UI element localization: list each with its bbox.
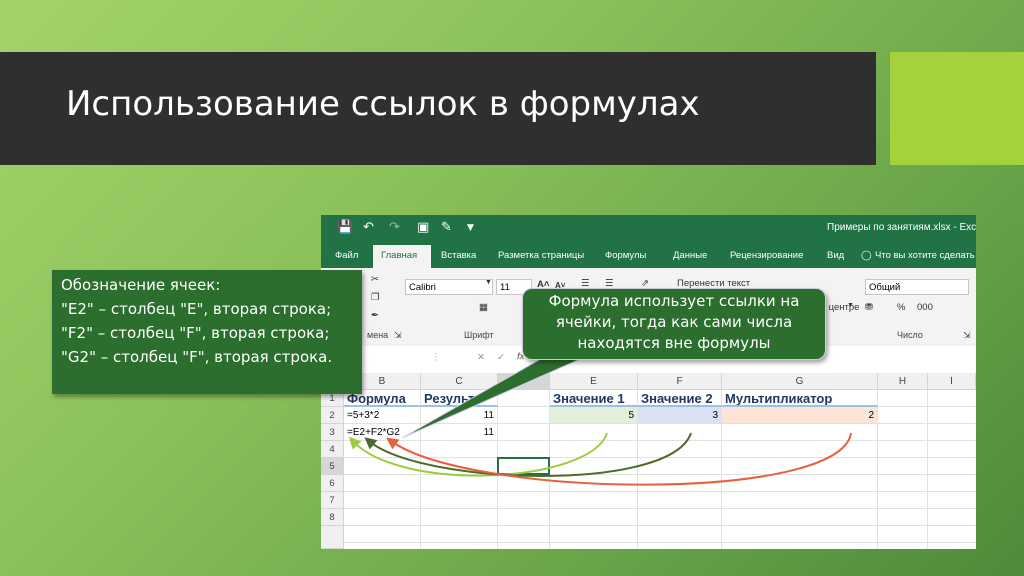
borders-icon[interactable]: ▦ [479,302,488,313]
merge-dropdown-icon[interactable]: ▼ [847,302,854,309]
slide-title: Использование ссылок в формулах [66,84,700,124]
accent-square [890,52,1024,165]
tab-insert[interactable]: Вставка [441,250,476,261]
quick-access-toolbar: 💾 ↶ ↷ ▣ ✎ ▼ Примеры по занятиям.xlsx - E… [321,215,976,242]
ribbon-tabs: Файл Главная Вставка Разметка страницы Ф… [321,242,976,268]
customize-qat-icon[interactable]: ▼ [467,223,474,233]
format-painter-icon[interactable]: ✒ [371,310,379,321]
tab-view[interactable]: Вид [827,250,844,261]
group-font-label: Шрифт [464,330,494,340]
formula-explanation-callout: Формула использует ссылки на ячейки, тог… [522,288,826,360]
font-name-dropdown-icon[interactable]: ▼ [485,279,492,286]
custom-icon[interactable]: ✎ [441,220,452,235]
number-format-select[interactable]: Общий [865,279,969,295]
tab-data[interactable]: Данные [673,250,707,261]
callout-right-line-2: ячейки, тогда как сами числа [555,313,793,331]
tab-formulas[interactable]: Формулы [605,250,646,261]
arrow-g2-to-b3 [386,432,852,486]
print-preview-icon[interactable]: ▣ [417,220,429,235]
callout-line-1: Обозначение ячеек: [61,276,221,294]
cut-icon[interactable]: ✂ [371,274,379,285]
callout-line-4: "G2" – столбец "F", вторая строка. [61,348,333,366]
group-number-label: Число [897,330,923,340]
copy-icon[interactable]: ❐ [371,292,380,303]
callout-right-line-3: находятся вне формулы [577,334,771,352]
redo-icon[interactable]: ↷ [389,220,400,235]
percent-button[interactable]: % [897,302,905,313]
currency-icon[interactable]: ⛃ [865,302,873,313]
cell-notation-callout: Обозначение ячеек: "E2" – столбец "E", в… [52,270,362,394]
callout-right-line-1: Формула использует ссылки на [548,292,800,310]
thousands-button[interactable]: 000 [917,302,933,313]
font-name-select[interactable]: Calibri [405,279,493,295]
tell-me-box[interactable]: Что вы хотите сделать [875,250,975,261]
callout-line-3: "F2" – столбец "F", вторая строка; [61,324,330,342]
callout-line-2: "E2" – столбец "E", вторая строка; [61,300,332,318]
window-title: Примеры по занятиям.xlsx - Excel [827,222,976,233]
save-icon[interactable]: 💾 [337,220,353,235]
group-clipboard-label: мена [367,330,389,340]
tab-review[interactable]: Рецензирование [730,250,803,261]
tab-file[interactable]: Файл [335,250,358,261]
tab-page-layout[interactable]: Разметка страницы [498,250,584,261]
tab-home[interactable]: Главная [381,250,417,261]
undo-icon[interactable]: ↶ [363,220,374,235]
number-launcher-icon[interactable]: ⇲ [963,330,971,341]
lightbulb-icon: ◯ [861,250,872,261]
